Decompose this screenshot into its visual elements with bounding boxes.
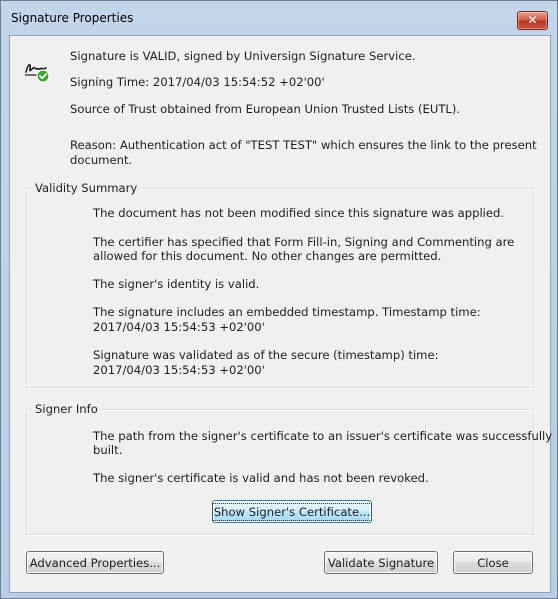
signer-cert-valid-line: The signer's certificate is valid and ha… <box>93 471 429 485</box>
signer-path-line-1: The path from the signer's certificate t… <box>93 429 553 443</box>
window-close-button[interactable]: ✕ <box>517 11 548 30</box>
window-title: Signature Properties <box>11 11 134 25</box>
validity-line-timestamp-2: 2017/04/03 15:54:53 +02'00' <box>93 320 265 334</box>
signer-path-line-2: built. <box>93 443 123 457</box>
validate-signature-button[interactable]: Validate Signature <box>324 551 438 574</box>
source-of-trust-text: Source of Trust obtained from European U… <box>70 102 461 116</box>
validity-line-validated-1: Signature was validated as of the secure… <box>93 348 439 362</box>
dialog-body: Signature is VALID, signed by Universign… <box>9 35 553 593</box>
validity-line-timestamp-1: The signature includes an embedded times… <box>93 305 481 319</box>
validity-line-unmodified: The document has not been modified since… <box>93 206 505 220</box>
title-bar: Signature Properties ✕ <box>1 1 557 35</box>
reason-text-line2: document. <box>70 153 133 167</box>
close-button[interactable]: Close <box>453 551 533 574</box>
show-signers-certificate-label: Show Signer's Certificate... <box>211 503 373 521</box>
signer-info-label: Signer Info <box>33 402 100 417</box>
validity-line-certifier-2: allowed for this document. No other chan… <box>93 249 442 263</box>
signing-time-text: Signing Time: 2017/04/03 15:54:52 +02'00… <box>70 75 325 89</box>
signature-properties-window: Signature Properties ✕ Signature is VALI… <box>0 0 558 599</box>
signature-status-text: Signature is VALID, signed by Universign… <box>70 49 416 63</box>
advanced-properties-button[interactable]: Advanced Properties... <box>26 551 164 574</box>
validity-line-validated-2: 2017/04/03 15:54:53 +02'00' <box>93 363 265 377</box>
validity-line-identity: The signer's identity is valid. <box>93 277 260 291</box>
validity-summary-label: Validity Summary <box>33 181 140 196</box>
show-signers-certificate-button[interactable]: Show Signer's Certificate... <box>211 500 373 523</box>
signature-valid-icon <box>25 63 50 83</box>
reason-text-line1: Reason: Authentication act of "TEST TEST… <box>70 138 537 152</box>
validity-line-certifier-1: The certifier has specified that Form Fi… <box>93 235 515 249</box>
